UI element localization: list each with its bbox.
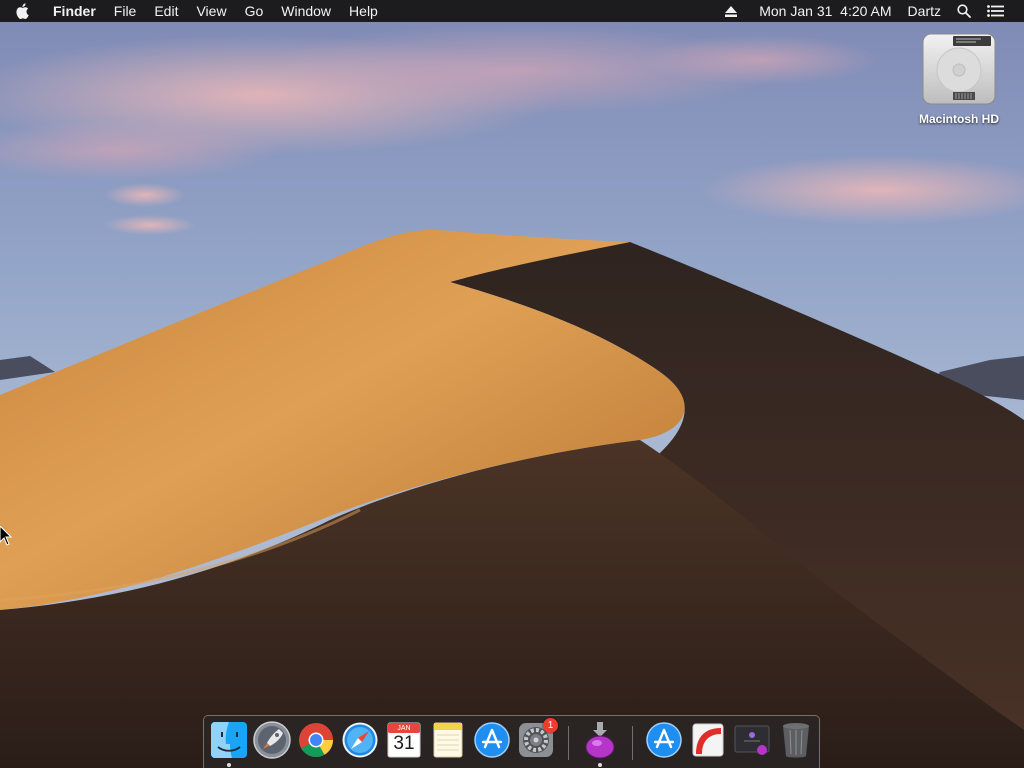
launchpad-icon	[253, 721, 291, 759]
calendar-day: 31	[393, 733, 415, 754]
menu-edit[interactable]: Edit	[145, 0, 187, 22]
menu-view[interactable]: View	[187, 0, 235, 22]
dock-chrome[interactable]	[296, 720, 336, 762]
menu-go[interactable]: Go	[236, 0, 273, 22]
dock-app-store-2[interactable]	[644, 720, 684, 762]
dock-trash[interactable]	[776, 720, 816, 762]
eject-button[interactable]	[717, 5, 751, 17]
dock-separator	[632, 726, 633, 760]
notification-badge: 1	[543, 718, 558, 733]
menu-finder[interactable]: Finder	[44, 0, 105, 22]
dock-installer[interactable]	[580, 720, 620, 767]
notification-center-button[interactable]	[979, 5, 1012, 17]
dock-calendar[interactable]: JAN 31	[384, 720, 424, 762]
menubar-clock[interactable]: Mon Jan 31 4:20 AM	[751, 0, 899, 22]
app-icon	[692, 723, 724, 757]
dock-launchpad[interactable]	[252, 720, 292, 762]
installer-icon	[585, 722, 615, 759]
dock-system-preferences[interactable]: 1	[516, 718, 558, 762]
menu-help[interactable]: Help	[340, 0, 387, 22]
menu-window[interactable]: Window	[272, 0, 340, 22]
menu-bar: Finder File Edit View Go Window Help Mon…	[0, 0, 1024, 22]
dock-app-red[interactable]	[688, 720, 728, 762]
dock-notes[interactable]	[428, 720, 468, 762]
finder-icon	[211, 722, 247, 758]
trash-icon	[783, 723, 809, 758]
notes-icon	[433, 722, 463, 758]
hard-drive-icon	[922, 33, 996, 105]
app-store-icon	[474, 722, 510, 758]
spotlight-search-icon	[957, 4, 971, 18]
mouse-pointer-icon	[0, 526, 12, 546]
dock-app-store[interactable]	[472, 720, 512, 762]
safari-icon	[342, 722, 378, 758]
user-menu[interactable]: Dartz	[900, 0, 949, 22]
calendar-month: JAN	[397, 725, 411, 732]
dock-separator	[568, 726, 569, 760]
apple-menu-button[interactable]	[0, 0, 44, 22]
eject-icon	[725, 5, 738, 17]
dock-safari[interactable]	[340, 720, 380, 762]
desktop-wallpaper	[0, 0, 1024, 768]
chrome-icon	[299, 723, 333, 757]
dock-finder[interactable]	[209, 720, 249, 767]
desktop-drive-label: Macintosh HD	[918, 112, 999, 126]
app-icon	[734, 725, 770, 755]
apple-logo-icon	[16, 3, 29, 19]
spotlight-button[interactable]	[949, 4, 979, 18]
desktop-drive-macintosh-hd[interactable]: Macintosh HD	[904, 30, 1014, 126]
app-store-icon	[646, 722, 682, 758]
dock-app-dark[interactable]	[732, 720, 772, 762]
running-indicator	[227, 763, 231, 767]
running-indicator	[598, 763, 602, 767]
dock: JAN 31 1	[203, 715, 820, 768]
menu-file[interactable]: File	[105, 0, 146, 22]
notification-center-icon	[987, 5, 1004, 17]
